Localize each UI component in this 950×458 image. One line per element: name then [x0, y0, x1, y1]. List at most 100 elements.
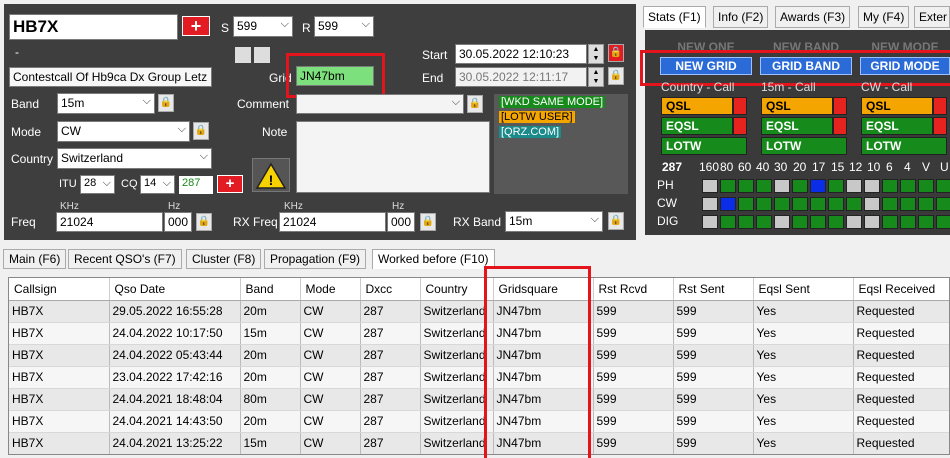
mode-label-cw: CW [657, 196, 677, 210]
cell-qso-date: 24.04.2021 14:43:50 [109, 410, 241, 433]
rxfreq-khz-input[interactable]: 21024 [279, 212, 386, 232]
column-header-dxcc[interactable]: Dxcc [360, 278, 421, 301]
band-cell-cw-80 [720, 197, 736, 211]
tag-lotw-user: [LOTW USER] [499, 111, 575, 123]
tab-awards[interactable]: Awards (F3) [775, 6, 851, 28]
start-time-input[interactable]: 30.05.2022 12:10:23 [455, 44, 587, 64]
column-header-rst-rcvd[interactable]: Rst Rcvd [593, 278, 674, 301]
chevron-down-icon: ⌵ [361, 18, 370, 30]
table-row[interactable]: HB7X 24.04.2022 05:43:44 20m CW 287 Switzerla… [9, 344, 949, 367]
col-head-band: 15m - Call [761, 80, 816, 94]
table-row[interactable]: HB7X 24.04.2021 14:43:50 20m CW 287 Switzerla… [9, 410, 949, 433]
table-row[interactable]: HB7X 29.05.2022 16:55:28 20m CW 287 Switzerla… [9, 300, 949, 323]
rst-rcvd-select[interactable]: 599 ⌵ [314, 16, 374, 37]
band-cell-ph-40 [756, 179, 772, 193]
tab-info[interactable]: Info (F2) [713, 6, 769, 28]
callsign-input[interactable]: HB7X [9, 14, 178, 40]
lock-icon[interactable]: 🔒 [608, 67, 624, 85]
rxfreq-label: RX Freq [233, 215, 278, 229]
tab-external[interactable]: Exter [914, 6, 950, 28]
freq-khz-label: KHz [60, 201, 79, 212]
rxfreq-hz-input[interactable]: 000 [387, 212, 415, 232]
note-textarea[interactable] [296, 121, 490, 193]
rxband-label: RX Band [453, 215, 502, 229]
column-header-band[interactable]: Band [240, 278, 301, 301]
dxcc-badge: 287 [179, 176, 213, 194]
tab-my[interactable]: My (F4) [858, 6, 910, 28]
band-cell-cw-10 [864, 197, 880, 211]
freq-khz-input[interactable]: 21024 [56, 212, 163, 232]
table-row[interactable]: HB7X 23.04.2022 17:42:16 20m CW 287 Switzerla… [9, 366, 949, 389]
itu-select[interactable]: 28 ⌵ [80, 175, 115, 194]
column-header-qso-date[interactable]: Qso Date [109, 278, 241, 301]
lock-icon[interactable]: 🔒 [193, 122, 209, 140]
cell-eqsl-sent: Yes [753, 300, 854, 323]
lock-icon[interactable]: 🔒 [467, 95, 483, 113]
rxband-select[interactable]: 15m ⌵ [505, 211, 603, 232]
tab-cluster[interactable]: Cluster (F8) [186, 249, 262, 269]
tab-main[interactable]: Main (F6) [3, 249, 67, 269]
rst-sent-select[interactable]: 599 ⌵ [233, 16, 293, 37]
cell-rst-rcvd: 599 [593, 410, 674, 433]
cell-eqsl-sent: Yes [753, 322, 854, 345]
swiss-flag-icon: + [182, 16, 210, 36]
grid-highlight-box [286, 53, 385, 98]
band-select[interactable]: 15m ⌵ [57, 93, 155, 114]
lock-icon[interactable]: 🔒 [158, 94, 174, 112]
tab-stats[interactable]: Stats (F1) [643, 6, 706, 28]
dxcc-count: 287 [662, 160, 683, 174]
lock-icon[interactable]: 🔒 [196, 213, 212, 231]
lock-icon[interactable]: 🔒 [608, 212, 624, 230]
table-row[interactable]: HB7X 24.04.2022 10:17:50 15m CW 287 Switzerla… [9, 322, 949, 345]
table-row[interactable]: HB7X 24.04.2021 18:48:04 80m CW 287 Switzerla… [9, 388, 949, 411]
band-cell-ph-V [918, 179, 934, 193]
band-label: Band [11, 97, 40, 111]
cell-eqsl-sent: Yes [753, 432, 854, 454]
qsl-sent-checkbox[interactable] [235, 47, 251, 63]
tab-propagation[interactable]: Propagation (F9) [264, 249, 367, 269]
band-lotw-status: LOTW [761, 137, 847, 155]
tag-qrz-link[interactable]: [QRZ.COM] [499, 126, 562, 138]
cell-qso-date: 24.04.2021 13:25:22 [109, 432, 241, 454]
cell-rst-rcvd: 599 [593, 300, 674, 323]
mode-qsl-flag [933, 97, 947, 115]
column-header-eqsl-received[interactable]: Eqsl Received [853, 278, 949, 301]
mode-select[interactable]: CW ⌵ [57, 121, 190, 142]
country-select[interactable]: Switzerland ⌵ [57, 148, 212, 169]
column-header-callsign[interactable]: Callsign [9, 278, 110, 301]
cell-mode: CW [300, 322, 361, 345]
mode-lotw-status: LOTW [861, 137, 947, 155]
column-header-eqsl-sent[interactable]: Eqsl Sent [753, 278, 854, 301]
band-header-12: 12 [849, 160, 863, 174]
band-eqsl-flag [833, 117, 847, 135]
cell-band: 80m [240, 388, 301, 411]
cq-value: 14 [144, 177, 157, 189]
country-qsl-status: QSL [661, 97, 733, 115]
end-time-input[interactable]: 30.05.2022 12:11:17 [455, 67, 587, 87]
comment-select[interactable]: ⌵ [296, 94, 464, 114]
band-cell-dig-30 [774, 215, 790, 229]
table-row[interactable]: HB7X 24.04.2021 13:25:22 15m CW 287 Switzerla… [9, 432, 949, 454]
tab-recent-qsos[interactable]: Recent QSO's (F7) [68, 249, 182, 269]
warning-button[interactable]: ! [252, 158, 290, 192]
cq-select[interactable]: 14 ⌵ [140, 175, 175, 194]
freq-hz-input[interactable]: 000 [164, 212, 192, 232]
band-cell-ph-4 [900, 179, 916, 193]
qsl-rcvd-checkbox[interactable] [254, 47, 270, 63]
lock-icon[interactable]: 🔒 [608, 44, 624, 62]
column-header-rst-sent[interactable]: Rst Sent [673, 278, 754, 301]
band-eqsl-status: EQSL [761, 117, 833, 135]
cell-mode: CW [300, 300, 361, 323]
name-field[interactable]: Contestcall Of Hb9ca Dx Group Letz [9, 67, 212, 87]
tab-worked-before[interactable]: Worked before (F10) [372, 249, 495, 269]
start-time-spinner[interactable]: ▲ ▼ [588, 44, 604, 64]
end-time-spinner[interactable]: ▲ ▼ [588, 67, 604, 87]
freq-label: Freq [11, 215, 36, 229]
column-header-country[interactable]: Country [420, 278, 494, 301]
mode-eqsl-flag [933, 117, 947, 135]
cell-band: 20m [240, 344, 301, 367]
band-cell-dig-12 [846, 215, 862, 229]
cell-rst-rcvd: 599 [593, 322, 674, 345]
column-header-mode[interactable]: Mode [300, 278, 361, 301]
lock-icon[interactable]: 🔒 [420, 213, 436, 231]
